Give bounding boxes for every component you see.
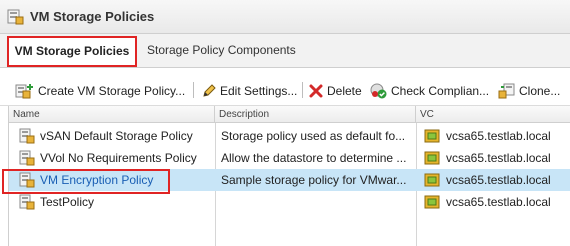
vcenter-icon — [424, 195, 440, 209]
check-compliance-button[interactable]: Check Complian... — [370, 82, 489, 100]
vcenter-icon — [424, 129, 440, 143]
vcenter-icon — [424, 173, 440, 187]
check-compliance-icon — [370, 83, 387, 99]
table-row[interactable]: vSAN Default Storage Policy Storage poli… — [9, 125, 570, 147]
column-header-name[interactable]: Name — [9, 106, 215, 123]
policy-vc: vcsa65.testlab.local — [446, 195, 551, 209]
tab-vm-storage-policies[interactable]: VM Storage Policies — [7, 36, 137, 67]
policy-name[interactable]: VM Encryption Policy — [40, 169, 153, 191]
create-policy-label: Create VM Storage Policy... — [38, 84, 186, 98]
policy-vc: vcsa65.testlab.local — [446, 173, 551, 187]
window-titlebar: VM Storage Policies — [0, 0, 570, 34]
policy-description: Allow the datastore to determine ... — [221, 151, 407, 165]
vcenter-icon — [424, 151, 440, 165]
clone-label: Clone... — [519, 84, 561, 98]
check-compliance-label: Check Complian... — [391, 84, 490, 98]
pencil-icon — [203, 84, 216, 97]
create-policy-button[interactable]: Create VM Storage Policy... — [15, 82, 185, 100]
policy-description — [215, 191, 416, 213]
toolbar-separator — [302, 82, 303, 98]
table-row[interactable]: TestPolicy vcsa65.testlab.local — [9, 191, 570, 213]
toolbar-separator — [193, 82, 194, 98]
table-row-selected[interactable]: VM Encryption Policy Sample storage poli… — [9, 169, 570, 191]
policy-vc-cell: vcsa65.testlab.local — [416, 147, 570, 169]
policy-vc-cell: vcsa65.testlab.local — [416, 125, 570, 147]
policy-vc-cell: vcsa65.testlab.local — [416, 169, 570, 191]
tab-storage-policy-components[interactable]: Storage Policy Components — [147, 34, 296, 67]
policy-name-cell: vSAN Default Storage Policy — [9, 125, 215, 147]
delete-x-icon — [309, 84, 323, 98]
policy-vc: vcsa65.testlab.local — [446, 129, 551, 143]
clone-button[interactable]: Clone... — [498, 82, 560, 100]
storage-policy-icon — [19, 194, 35, 210]
storage-policy-icon — [19, 150, 35, 166]
policy-name: vSAN Default Storage Policy — [40, 129, 193, 143]
policy-vc: vcsa65.testlab.local — [446, 151, 551, 165]
edit-settings-label: Edit Settings... — [220, 84, 298, 98]
toolbar: Create VM Storage Policy... Edit Setting… — [0, 68, 570, 106]
policy-name: TestPolicy — [40, 195, 95, 209]
storage-policy-icon — [19, 172, 35, 188]
storage-policy-icon — [7, 9, 24, 25]
column-header-vc[interactable]: VC — [416, 106, 570, 123]
policy-vc-cell: vcsa65.testlab.local — [416, 191, 570, 213]
policies-table: Name Description VC vSAN Default Storage… — [8, 106, 570, 246]
column-header-description[interactable]: Description — [215, 106, 416, 123]
policy-name-cell: TestPolicy — [9, 191, 215, 213]
delete-button[interactable]: Delete — [308, 82, 362, 100]
create-policy-icon — [15, 84, 33, 99]
window-title: VM Storage Policies — [30, 9, 155, 24]
policy-description: Storage policy used as default fo... — [221, 129, 406, 143]
table-row[interactable]: VVol No Requirements Policy Allow the da… — [9, 147, 570, 169]
clone-icon — [498, 83, 515, 99]
tab-bar: VM Storage Policies Storage Policy Compo… — [0, 34, 570, 68]
policy-description: Sample storage policy for VMwar... — [221, 173, 407, 187]
delete-label: Delete — [327, 84, 362, 98]
storage-policy-icon — [19, 128, 35, 144]
policy-name-cell: VVol No Requirements Policy — [9, 147, 215, 169]
policy-name: VVol No Requirements Policy — [40, 151, 197, 165]
policy-name-cell: VM Encryption Policy — [9, 169, 215, 191]
edit-settings-button[interactable]: Edit Settings... — [201, 82, 297, 100]
